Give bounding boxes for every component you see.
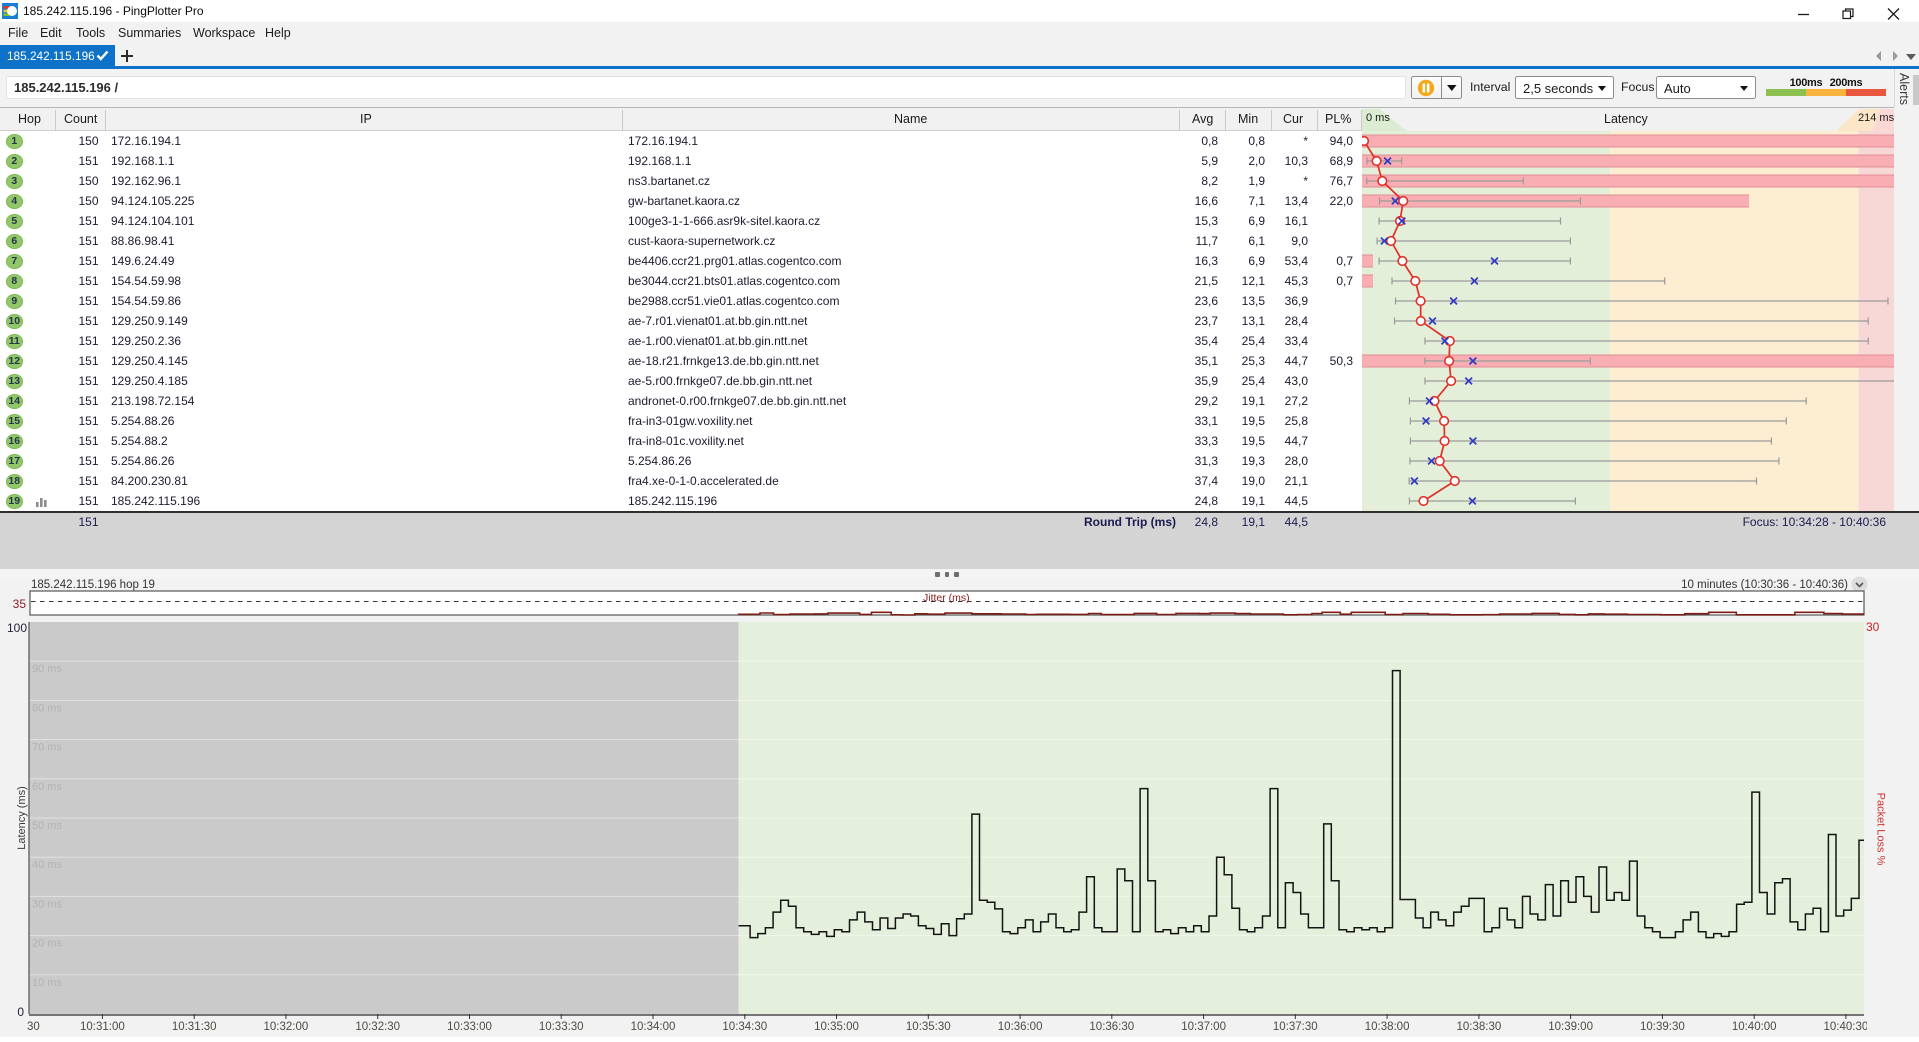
svg-text:30: 30: [27, 1021, 40, 1033]
svg-text:80 ms: 80 ms: [32, 702, 62, 714]
svg-text:10:36:30: 10:36:30: [1089, 1021, 1134, 1033]
svg-text:10 ms: 10 ms: [32, 977, 62, 989]
svg-text:10:40:30: 10:40:30: [1824, 1021, 1867, 1033]
svg-text:10:32:30: 10:32:30: [355, 1021, 400, 1033]
svg-text:10:35:30: 10:35:30: [906, 1021, 951, 1033]
svg-text:10:31:30: 10:31:30: [172, 1021, 217, 1033]
svg-text:10:39:30: 10:39:30: [1640, 1021, 1685, 1033]
svg-text:10:37:00: 10:37:00: [1181, 1021, 1226, 1033]
svg-text:30 ms: 30 ms: [32, 898, 62, 910]
svg-text:90 ms: 90 ms: [32, 663, 62, 675]
svg-text:70 ms: 70 ms: [32, 742, 62, 754]
svg-text:10:34:00: 10:34:00: [631, 1021, 676, 1033]
svg-text:10:38:30: 10:38:30: [1457, 1021, 1502, 1033]
svg-text:40 ms: 40 ms: [32, 859, 62, 871]
svg-text:10:33:30: 10:33:30: [539, 1021, 584, 1033]
svg-text:10:35:00: 10:35:00: [814, 1021, 859, 1033]
svg-text:10:31:00: 10:31:00: [80, 1021, 125, 1033]
svg-text:60 ms: 60 ms: [32, 781, 62, 793]
svg-text:10:34:30: 10:34:30: [722, 1021, 767, 1033]
svg-text:20 ms: 20 ms: [32, 938, 62, 950]
svg-text:10:33:00: 10:33:00: [447, 1021, 492, 1033]
svg-text:10:38:00: 10:38:00: [1365, 1021, 1410, 1033]
svg-text:10:36:00: 10:36:00: [998, 1021, 1043, 1033]
svg-text:10:39:00: 10:39:00: [1548, 1021, 1593, 1033]
svg-text:50 ms: 50 ms: [32, 820, 62, 832]
svg-text:10:40:00: 10:40:00: [1732, 1021, 1777, 1033]
svg-text:10:37:30: 10:37:30: [1273, 1021, 1318, 1033]
svg-text:10:32:00: 10:32:00: [264, 1021, 309, 1033]
